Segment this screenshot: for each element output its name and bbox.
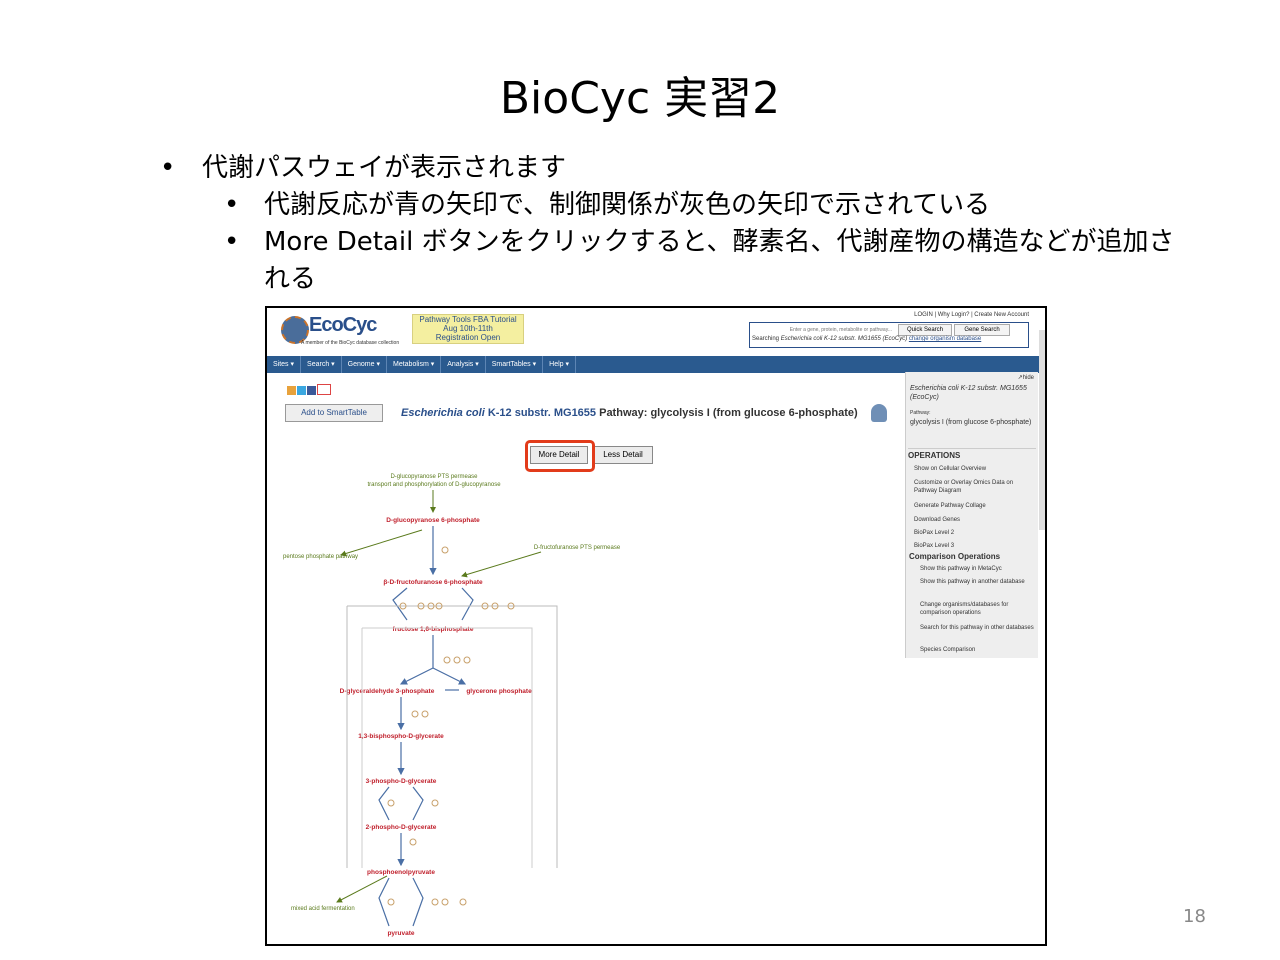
sidebar-organism: Escherichia coli K-12 substr. MG1655 (Ec… xyxy=(910,385,1027,401)
regulation-line xyxy=(361,627,533,868)
effector-icon[interactable] xyxy=(387,799,395,807)
bullet-2: 代謝反応が青の矢印で、制御関係が灰色の矢印で示されている xyxy=(160,187,1200,224)
cmp-species[interactable]: Species Comparison xyxy=(920,646,1034,654)
bullet-list: 代謝パスウェイが表示されます 代謝反応が青の矢印で、制御関係が灰色の矢印で示され… xyxy=(160,150,1200,298)
metabolite[interactable]: β-D-fructofuranose 6-phosphate xyxy=(383,579,483,586)
gene-search-button[interactable]: Gene Search xyxy=(954,324,1010,336)
account-links[interactable]: LOGIN | Why Login? | Create New Account xyxy=(914,312,1029,318)
effector-icon[interactable] xyxy=(441,898,449,906)
op-overlay-omics[interactable]: Customize or Overlay Omics Data on Pathw… xyxy=(914,479,1034,495)
effector-icon[interactable] xyxy=(441,546,449,554)
op-biopax-2[interactable]: BioPax Level 2 xyxy=(914,529,1034,537)
operations-header: OPERATIONS xyxy=(908,448,1036,460)
comparison-header: Comparison Operations xyxy=(909,552,1001,561)
slide-title: BioCyc 実習2 xyxy=(499,73,781,124)
effector-icon[interactable] xyxy=(459,898,467,906)
bullet-3: More Detail ボタンをクリックすると、酵素名、代謝産物の構造などが追加… xyxy=(160,224,1200,298)
effector-icon[interactable] xyxy=(463,656,471,664)
change-organism-link[interactable]: change organism database xyxy=(909,336,981,342)
effector-icon[interactable] xyxy=(431,898,439,906)
pathway-diagram: D-glucopyranose PTS permease transport a… xyxy=(283,474,621,937)
cmp-change-organisms[interactable]: Change organisms/databases for compariso… xyxy=(920,601,1034,617)
transport-arrow xyxy=(461,551,542,578)
metabolite[interactable]: 3-phospho-D-glycerate xyxy=(366,778,437,785)
op-pathway-collage[interactable]: Generate Pathway Collage xyxy=(914,502,1034,510)
metabolite[interactable]: pyruvate xyxy=(387,930,414,937)
sidebar-pathway-label: Pathway: xyxy=(910,410,931,416)
effector-icon[interactable] xyxy=(431,799,439,807)
op-biopax-3[interactable]: BioPax Level 3 xyxy=(914,542,1034,550)
effector-icon[interactable] xyxy=(409,838,417,846)
side-pathway-label[interactable]: pentose phosphate pathway xyxy=(283,554,358,560)
metabolite[interactable]: 2-phospho-D-glycerate xyxy=(366,824,437,831)
effector-icon[interactable] xyxy=(453,656,461,664)
metabolite[interactable]: 1,3-bisphospho-D-glycerate xyxy=(358,733,444,740)
op-download-genes[interactable]: Download Genes xyxy=(914,516,1034,524)
cmp-another-db[interactable]: Show this pathway in another database xyxy=(920,578,1034,586)
reaction-arrow xyxy=(399,667,434,685)
effector-icon[interactable] xyxy=(411,710,419,718)
branch-arrow xyxy=(340,529,423,557)
bullet-1: 代謝パスウェイが表示されます xyxy=(160,150,1200,187)
side-pathway-label[interactable]: mixed acid fermentation xyxy=(291,906,355,912)
reaction-arrow xyxy=(378,786,424,821)
right-sidebar: ↗hide Escherichia coli K-12 substr. MG16… xyxy=(905,372,1038,658)
browser-screenshot: EcoCyc A member of the BioCyc database c… xyxy=(265,306,1047,946)
metabolite[interactable]: fructose 1,6-bisphosphate xyxy=(393,626,474,633)
effector-icon[interactable] xyxy=(443,656,451,664)
hide-label: hide xyxy=(1022,375,1034,381)
cmp-metacyc[interactable]: Show this pathway in MetaCyc xyxy=(920,565,1034,573)
enzyme-label[interactable]: D-fructofuranose PTS permease xyxy=(534,545,621,551)
effector-icon[interactable] xyxy=(387,898,395,906)
op-show-cellular[interactable]: Show on Cellular Overview xyxy=(914,465,1034,473)
hide-sidebar-link[interactable]: ↗hide xyxy=(1018,374,1034,381)
page-scrollbar[interactable] xyxy=(1039,330,1045,530)
enzyme-label[interactable]: transport and phosphorylation of D-gluco… xyxy=(367,482,501,488)
metabolite[interactable]: D-glyceraldehyde 3-phosphate xyxy=(340,688,435,695)
sidebar-pathway-name: glycolysis I (from glucose 6-phosphate) xyxy=(910,419,1032,426)
reaction-arrow xyxy=(432,667,467,685)
reaction-arrow xyxy=(378,877,424,927)
enzyme-label[interactable]: D-glucopyranose PTS permease xyxy=(390,474,478,480)
metabolite[interactable]: phosphoenolpyruvate xyxy=(367,869,435,876)
cmp-search-other[interactable]: Search for this pathway in other databas… xyxy=(920,624,1034,632)
metabolite[interactable]: D-glucopyranose 6-phosphate xyxy=(386,517,480,524)
metabolite[interactable]: glycerone phosphate xyxy=(466,688,532,695)
page-number: 18 xyxy=(1183,906,1206,927)
effector-icon[interactable] xyxy=(421,710,429,718)
